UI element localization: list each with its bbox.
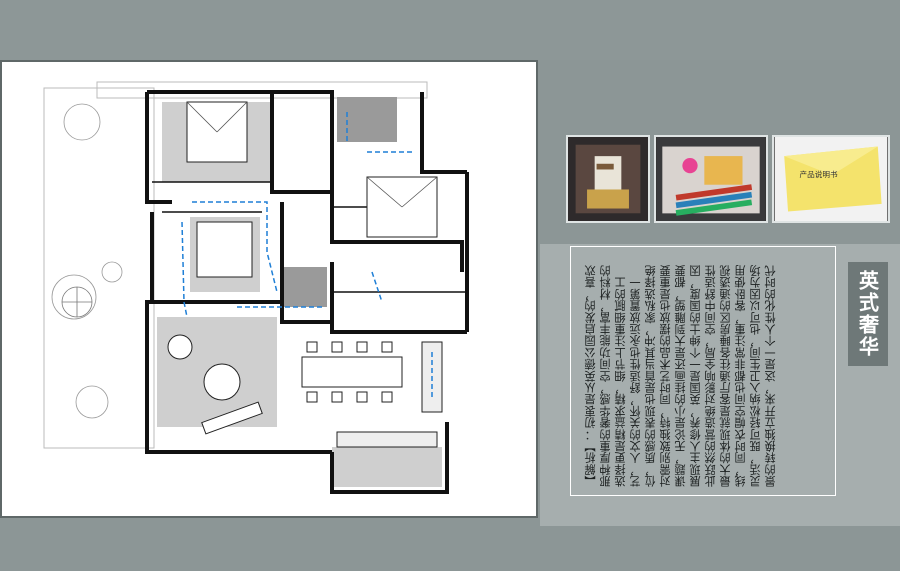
top-band [0,0,900,60]
art-supplies-photo [656,137,766,221]
description-text: 【解析】：初衷是从英德公园启发的，喜欢那种厚重的奢华感，空间功能丰富，材料的选择… [584,264,777,487]
description-box: 【解析】：初衷是从英德公园启发的，喜欢那种厚重的奢华感，空间功能丰富，材料的选择… [570,246,836,496]
photo-thumbnail-1[interactable] [566,135,650,223]
floor-plan [43,81,469,494]
section-title: 英式奢华 [855,270,880,358]
photo-thumbnail-2[interactable] [654,135,768,223]
floor-plan-frame [0,60,538,518]
yellow-envelope-photo: 产品说明书 [774,137,888,221]
section-title-tab: 英式奢华 [848,262,888,366]
envelope-label: 产品说明书 [800,169,839,179]
photo-thumbnail-3[interactable]: 产品说明书 [772,135,890,223]
gift-bag-photo [568,137,648,221]
